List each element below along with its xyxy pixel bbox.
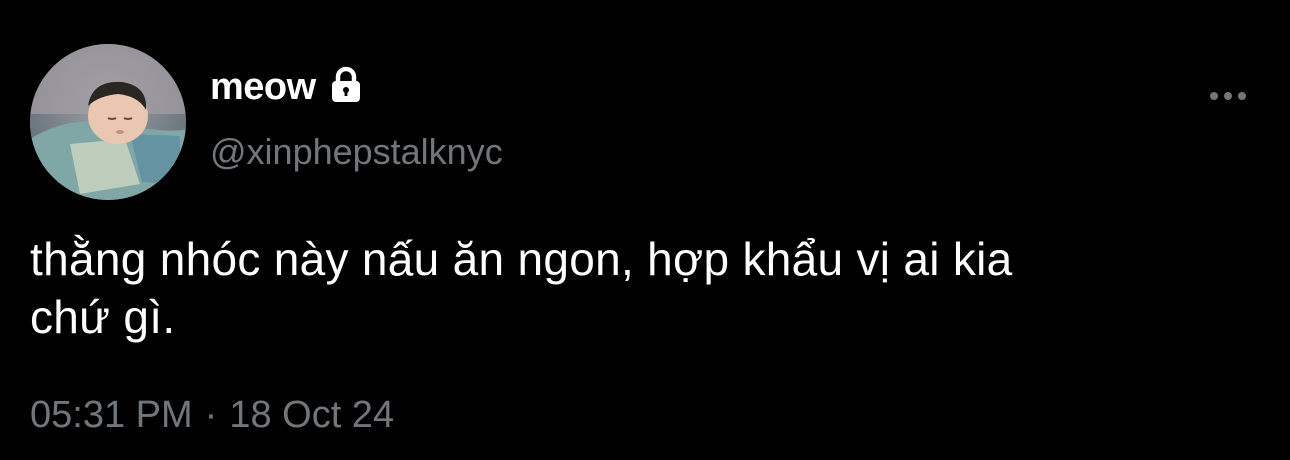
user-handle[interactable]: @xinphepstalknyc bbox=[210, 130, 503, 174]
display-name[interactable]: meow bbox=[210, 64, 316, 110]
tweet-text-line-1: thằng nhóc này nấu ăn ngon, hợp khẩu vị … bbox=[30, 233, 1013, 285]
more-options-button[interactable] bbox=[1204, 80, 1252, 112]
tweet-text: thằng nhóc này nấu ăn ngon, hợp khẩu vị … bbox=[30, 230, 1260, 346]
more-horizontal-icon bbox=[1210, 92, 1246, 100]
display-name-row[interactable]: meow bbox=[210, 64, 366, 110]
meta-separator: · bbox=[204, 394, 218, 436]
avatar-image bbox=[30, 44, 186, 200]
lock-icon bbox=[326, 64, 366, 104]
tweet-date[interactable]: 18 Oct 24 bbox=[229, 392, 394, 438]
tweet-card: meow @xinphepstalknyc thằng nhóc này nấu… bbox=[0, 0, 1290, 460]
tweet-time[interactable]: 05:31 PM bbox=[30, 392, 193, 438]
avatar[interactable] bbox=[30, 44, 186, 200]
tweet-text-line-2: chứ gì. bbox=[30, 291, 176, 343]
tweet-timestamp[interactable]: 05:31 PM · 18 Oct 24 bbox=[30, 392, 394, 438]
